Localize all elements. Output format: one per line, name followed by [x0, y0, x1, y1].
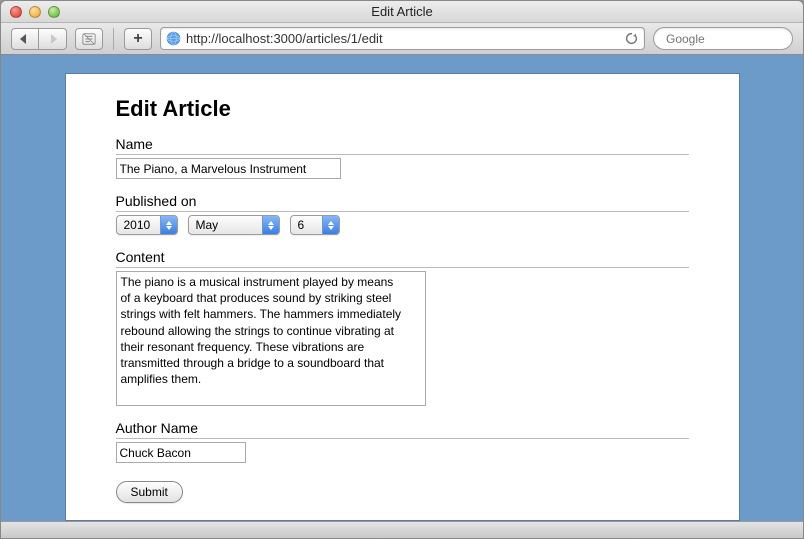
month-select[interactable]: May — [188, 215, 280, 235]
content-field: Content — [116, 249, 689, 406]
nav-segment — [11, 28, 67, 50]
reader-button[interactable] — [75, 28, 103, 50]
author-label: Author Name — [116, 420, 689, 439]
site-favicon — [165, 31, 181, 47]
add-bookmark-button[interactable]: + — [124, 28, 152, 50]
close-window-button[interactable] — [10, 6, 22, 18]
search-input[interactable] — [666, 32, 804, 46]
submit-button[interactable]: Submit — [116, 481, 183, 503]
address-bar[interactable] — [160, 27, 645, 50]
content-label: Content — [116, 249, 689, 268]
browser-toolbar: + — [1, 23, 803, 55]
author-input[interactable] — [116, 442, 246, 463]
forward-icon — [47, 34, 59, 44]
name-field: Name — [116, 136, 689, 179]
day-select[interactable]: 6 — [290, 215, 340, 235]
toolbar-divider — [113, 28, 114, 50]
minimize-window-button[interactable] — [29, 6, 41, 18]
viewport: Edit Article Name Published on 2010 May — [1, 55, 803, 521]
plus-icon: + — [133, 30, 142, 48]
page-content: Edit Article Name Published on 2010 May — [65, 73, 740, 521]
reload-button[interactable] — [622, 30, 640, 48]
titlebar: Edit Article — [1, 1, 803, 23]
name-label: Name — [116, 136, 689, 155]
back-icon — [19, 34, 31, 44]
url-input[interactable] — [186, 31, 617, 46]
year-select[interactable]: 2010 — [116, 215, 178, 235]
published-field: Published on 2010 May 6 — [116, 193, 689, 235]
search-bar[interactable] — [653, 27, 793, 50]
window-controls — [1, 6, 60, 18]
select-arrows-icon — [322, 216, 339, 234]
submit-row: Submit — [116, 481, 689, 503]
content-textarea[interactable] — [117, 272, 425, 402]
month-value: May — [196, 218, 219, 232]
reader-icon — [82, 32, 96, 46]
day-value: 6 — [298, 218, 305, 232]
reload-icon — [625, 32, 638, 45]
globe-icon — [166, 31, 181, 46]
published-label: Published on — [116, 193, 689, 212]
status-bar — [1, 521, 803, 538]
forward-button[interactable] — [39, 28, 67, 50]
select-arrows-icon — [160, 216, 177, 234]
zoom-window-button[interactable] — [48, 6, 60, 18]
year-value: 2010 — [124, 218, 151, 232]
author-field: Author Name — [116, 420, 689, 463]
back-button[interactable] — [11, 28, 39, 50]
window-title: Edit Article — [1, 4, 803, 19]
select-arrows-icon — [262, 216, 279, 234]
page-heading: Edit Article — [116, 96, 689, 122]
name-input[interactable] — [116, 158, 341, 179]
browser-window: Edit Article + — [0, 0, 804, 539]
